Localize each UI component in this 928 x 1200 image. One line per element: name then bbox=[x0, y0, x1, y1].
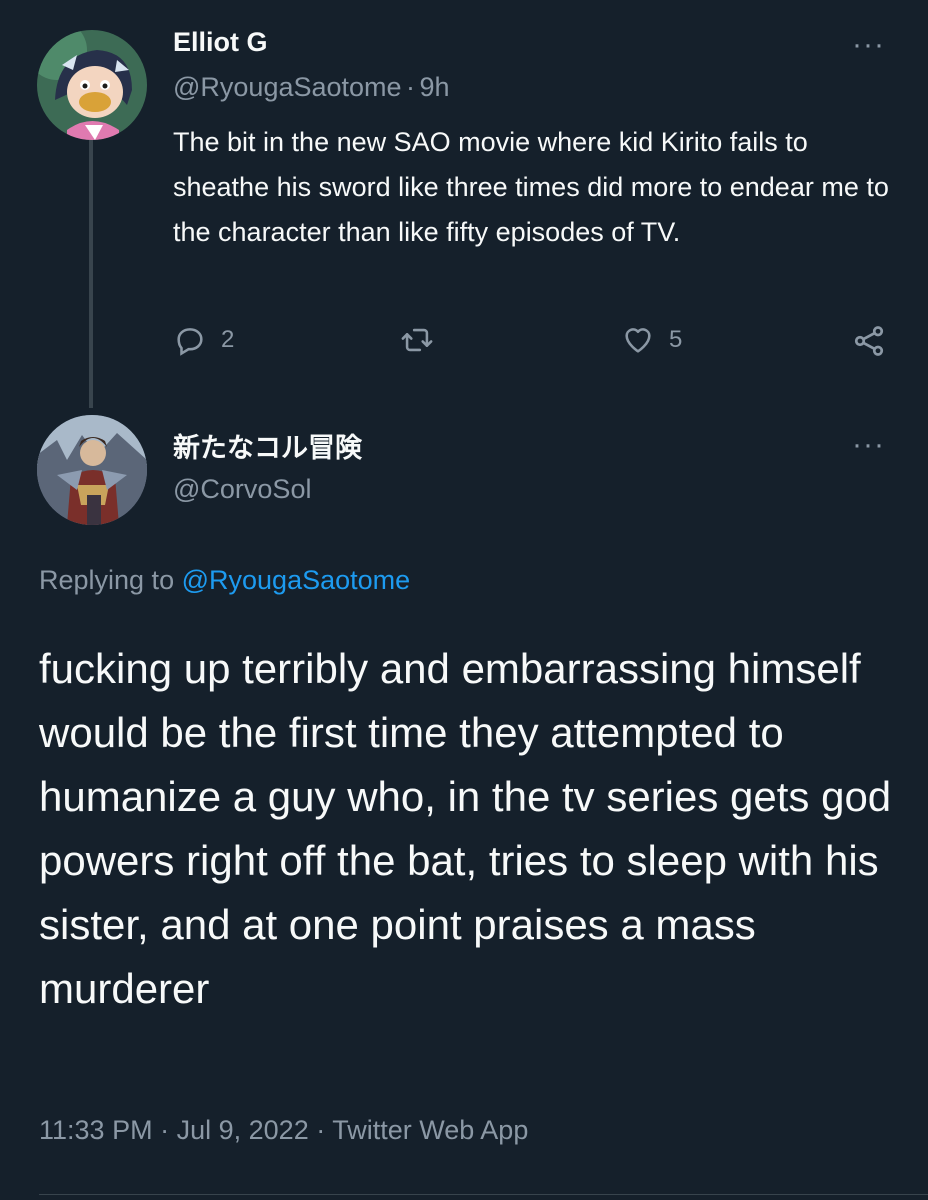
retweet-button[interactable] bbox=[399, 323, 435, 357]
heart-icon bbox=[625, 328, 651, 353]
more-options-icon[interactable]: ··· bbox=[852, 428, 885, 462]
tweet-time[interactable]: 11:33 PM bbox=[39, 1115, 153, 1145]
display-name[interactable]: 新たなコル冒険 bbox=[173, 426, 362, 465]
tweet-handle-row: @RyougaSaotome · 9h bbox=[173, 72, 450, 103]
reply-icon bbox=[177, 328, 203, 356]
like-count: 5 bbox=[669, 326, 683, 353]
handle[interactable]: @RyougaSaotome bbox=[173, 72, 402, 102]
separator-dot: · bbox=[316, 1115, 326, 1145]
reply-count: 2 bbox=[221, 326, 235, 353]
thread-connector-line bbox=[89, 140, 93, 408]
tweet-source[interactable]: Twitter Web App bbox=[332, 1115, 528, 1145]
replying-to-label: Replying to bbox=[39, 565, 175, 595]
handle[interactable]: @CorvoSol bbox=[173, 474, 311, 505]
tweet-date[interactable]: Jul 9, 2022 bbox=[177, 1115, 309, 1145]
divider bbox=[39, 1194, 928, 1195]
separator-dot: · bbox=[406, 72, 415, 102]
tweet-text: The bit in the new SAO movie where kid K… bbox=[173, 127, 889, 247]
tweet-actions: 2 5 bbox=[173, 323, 893, 367]
timestamp[interactable]: 9h bbox=[419, 72, 449, 102]
share-icon bbox=[854, 326, 884, 356]
share-button[interactable] bbox=[851, 323, 887, 359]
reply-button[interactable]: 2 bbox=[173, 323, 234, 357]
tweet-text: fucking up terribly and embarrassing him… bbox=[39, 645, 892, 1012]
avatar-elliot-g[interactable] bbox=[37, 30, 147, 140]
avatar-corvosol[interactable] bbox=[37, 415, 147, 525]
replying-to-handle-link[interactable]: @RyougaSaotome bbox=[182, 565, 411, 595]
replying-to: Replying to @RyougaSaotome bbox=[39, 565, 410, 596]
like-button[interactable]: 5 bbox=[621, 323, 682, 357]
tweet-metadata: 11:33 PM · Jul 9, 2022 · Twitter Web App bbox=[39, 1115, 528, 1146]
separator-dot: · bbox=[160, 1115, 170, 1145]
more-options-icon[interactable]: ··· bbox=[852, 28, 885, 62]
display-name[interactable]: Elliot G bbox=[173, 27, 268, 58]
retweet-icon bbox=[401, 328, 433, 352]
